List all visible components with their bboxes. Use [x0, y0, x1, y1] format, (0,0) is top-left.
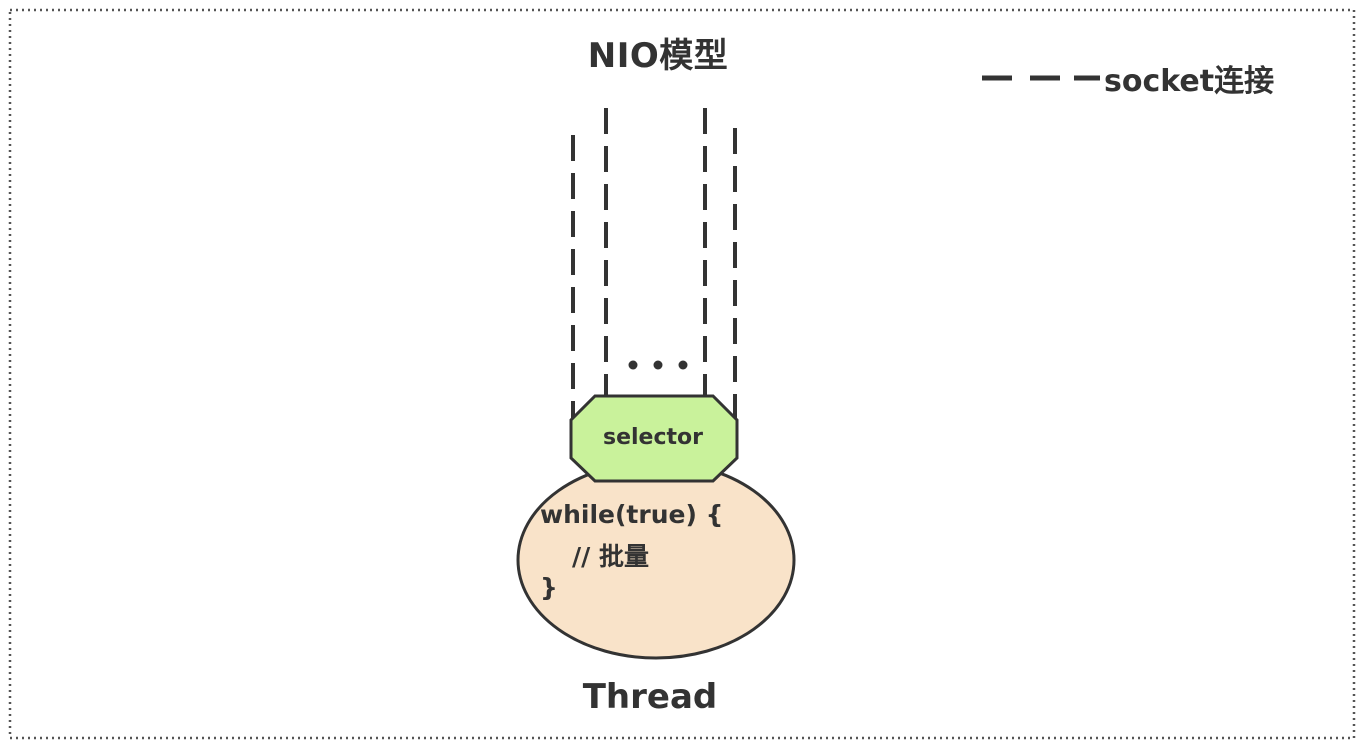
thread-code-line: while(true) { [540, 500, 724, 529]
thread-code-line: // 批量 [572, 542, 649, 571]
thread-code-line: } [540, 573, 558, 602]
legend-label: socket连接 [1104, 64, 1275, 99]
diagram-canvas [8, 8, 1356, 740]
selector-label: selector [603, 425, 703, 450]
ellipsis-dots [628, 360, 688, 370]
thread-label: Thread [582, 677, 718, 717]
thread-ellipse [516, 460, 796, 660]
